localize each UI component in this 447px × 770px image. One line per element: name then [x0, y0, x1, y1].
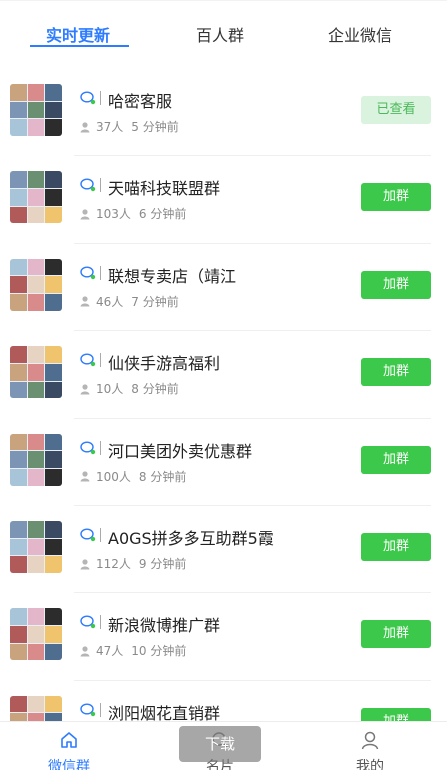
- top-divider: [0, 0, 447, 1]
- update-time: 8 分钟前: [131, 382, 179, 397]
- group-name: 哈密客服: [108, 92, 173, 111]
- member-count: 103人: [96, 207, 131, 222]
- user-icon: [361, 731, 379, 750]
- group-avatar: [10, 258, 62, 311]
- nav-label: 微信群: [48, 759, 90, 770]
- members-icon: [80, 646, 90, 657]
- update-time: 7 分钟前: [131, 294, 179, 309]
- group-chat-icon: [80, 441, 96, 454]
- title-separator: [100, 615, 101, 630]
- group-row[interactable]: 新浪微博推广群 47人 10 分钟前 加群: [0, 592, 447, 679]
- group-avatar: [10, 346, 62, 399]
- group-meta: 10人 8 分钟前: [79, 380, 179, 397]
- member-count: 112人: [96, 557, 131, 571]
- group-row[interactable]: 仙侠手游高福利 10人 8 分钟前 加群: [0, 330, 447, 417]
- group-avatar: [10, 171, 62, 224]
- members-icon: [80, 209, 90, 220]
- update-time: 6 分钟前: [138, 207, 187, 222]
- group-meta: 112人 9 分钟前: [79, 555, 186, 572]
- group-chat-icon: [80, 703, 96, 716]
- group-name: 天喵科技联盟群: [108, 179, 221, 199]
- title-separator: [100, 353, 101, 368]
- member-count: 100人: [96, 469, 131, 484]
- row-divider: [74, 242, 431, 244]
- row-divider: [74, 505, 431, 506]
- member-count: 46人: [96, 294, 124, 309]
- update-time: 8 分钟前: [138, 469, 187, 484]
- title-separator: [100, 702, 101, 717]
- nav-label: 我的: [356, 759, 384, 770]
- tab-enterprise-wechat[interactable]: 企业微信: [328, 22, 392, 46]
- member-count: 37人: [96, 120, 124, 134]
- row-divider: [74, 155, 431, 157]
- nav-wechat-groups[interactable]: 微信群: [19, 722, 119, 770]
- group-name: 新浪微博推广群: [108, 616, 221, 636]
- group-meta: 37人 5 分钟前: [79, 118, 179, 135]
- join-group-button[interactable]: 加群: [361, 358, 431, 387]
- group-chat-icon: [80, 91, 96, 105]
- group-name: 河口美团外卖优惠群: [108, 441, 253, 461]
- title-separator: [100, 265, 101, 280]
- members-icon: [80, 296, 90, 307]
- tab-bar: 实时更新 百人群 企业微信: [0, 10, 447, 56]
- group-meta: 46人 7 分钟前: [79, 293, 179, 310]
- group-avatar: [10, 521, 62, 573]
- member-count: 10人: [96, 382, 124, 397]
- join-group-button[interactable]: 加群: [361, 533, 431, 561]
- group-chat-icon: [80, 178, 96, 192]
- group-row[interactable]: 联想专卖店（靖江 46人 7 分钟前 加群: [0, 242, 447, 330]
- group-meta: 100人 8 分钟前: [79, 468, 186, 485]
- join-group-button[interactable]: 加群: [361, 620, 431, 649]
- group-meta: 103人 6 分钟前: [79, 205, 186, 222]
- title-separator: [100, 91, 101, 105]
- group-name: 仙侠手游高福利: [108, 354, 221, 374]
- join-group-button[interactable]: 加群: [361, 183, 431, 212]
- join-group-button[interactable]: 加群: [361, 270, 431, 299]
- group-avatar: [10, 84, 62, 136]
- group-row[interactable]: 哈密客服 37人 5 分钟前 已查看: [0, 68, 447, 155]
- group-name: 联想专卖店（靖江: [108, 266, 237, 286]
- group-avatar: [10, 433, 62, 486]
- join-group-button[interactable]: 加群: [361, 445, 431, 474]
- tab-hundred-groups[interactable]: 百人群: [196, 22, 244, 46]
- group-chat-icon: [80, 266, 96, 279]
- member-count: 47人: [96, 644, 124, 659]
- row-divider: [74, 592, 431, 594]
- group-chat-icon: [80, 353, 96, 367]
- members-icon: [80, 121, 90, 132]
- members-icon: [80, 558, 90, 569]
- group-row[interactable]: A0GS拼多多互助群5霞 112人 9 分钟前 加群: [0, 505, 447, 592]
- nav-me[interactable]: 我的: [320, 722, 420, 770]
- tab-realtime[interactable]: 实时更新: [46, 22, 110, 46]
- group-meta: 47人 10 分钟前: [79, 642, 186, 659]
- members-icon: [80, 384, 90, 395]
- group-row[interactable]: 河口美团外卖优惠群 100人 8 分钟前 加群: [0, 417, 447, 505]
- group-chat-icon: [80, 615, 96, 629]
- update-time: 5 分钟前: [131, 120, 179, 134]
- app-page: 实时更新 百人群 企业微信 哈密客服 37人 5 分钟前 已查看天喵科技联盟群 103人…: [0, 0, 447, 770]
- title-separator: [100, 528, 101, 542]
- group-row[interactable]: 天喵科技联盟群 103人 6 分钟前 加群: [0, 155, 447, 242]
- update-time: 10 分钟前: [131, 644, 187, 659]
- group-name: A0GS拼多多互助群5霞: [108, 529, 274, 548]
- row-divider: [74, 679, 431, 681]
- members-icon: [80, 471, 90, 482]
- group-avatar: [10, 608, 62, 661]
- active-tab-indicator: [30, 45, 129, 47]
- group-chat-icon: [80, 528, 96, 542]
- home-icon: [61, 732, 77, 748]
- row-divider: [74, 417, 431, 419]
- title-separator: [100, 440, 101, 455]
- viewed-button[interactable]: 已查看: [361, 96, 431, 124]
- row-divider: [74, 330, 431, 332]
- title-separator: [100, 178, 101, 193]
- download-button[interactable]: 下载: [179, 726, 261, 762]
- update-time: 9 分钟前: [138, 557, 187, 571]
